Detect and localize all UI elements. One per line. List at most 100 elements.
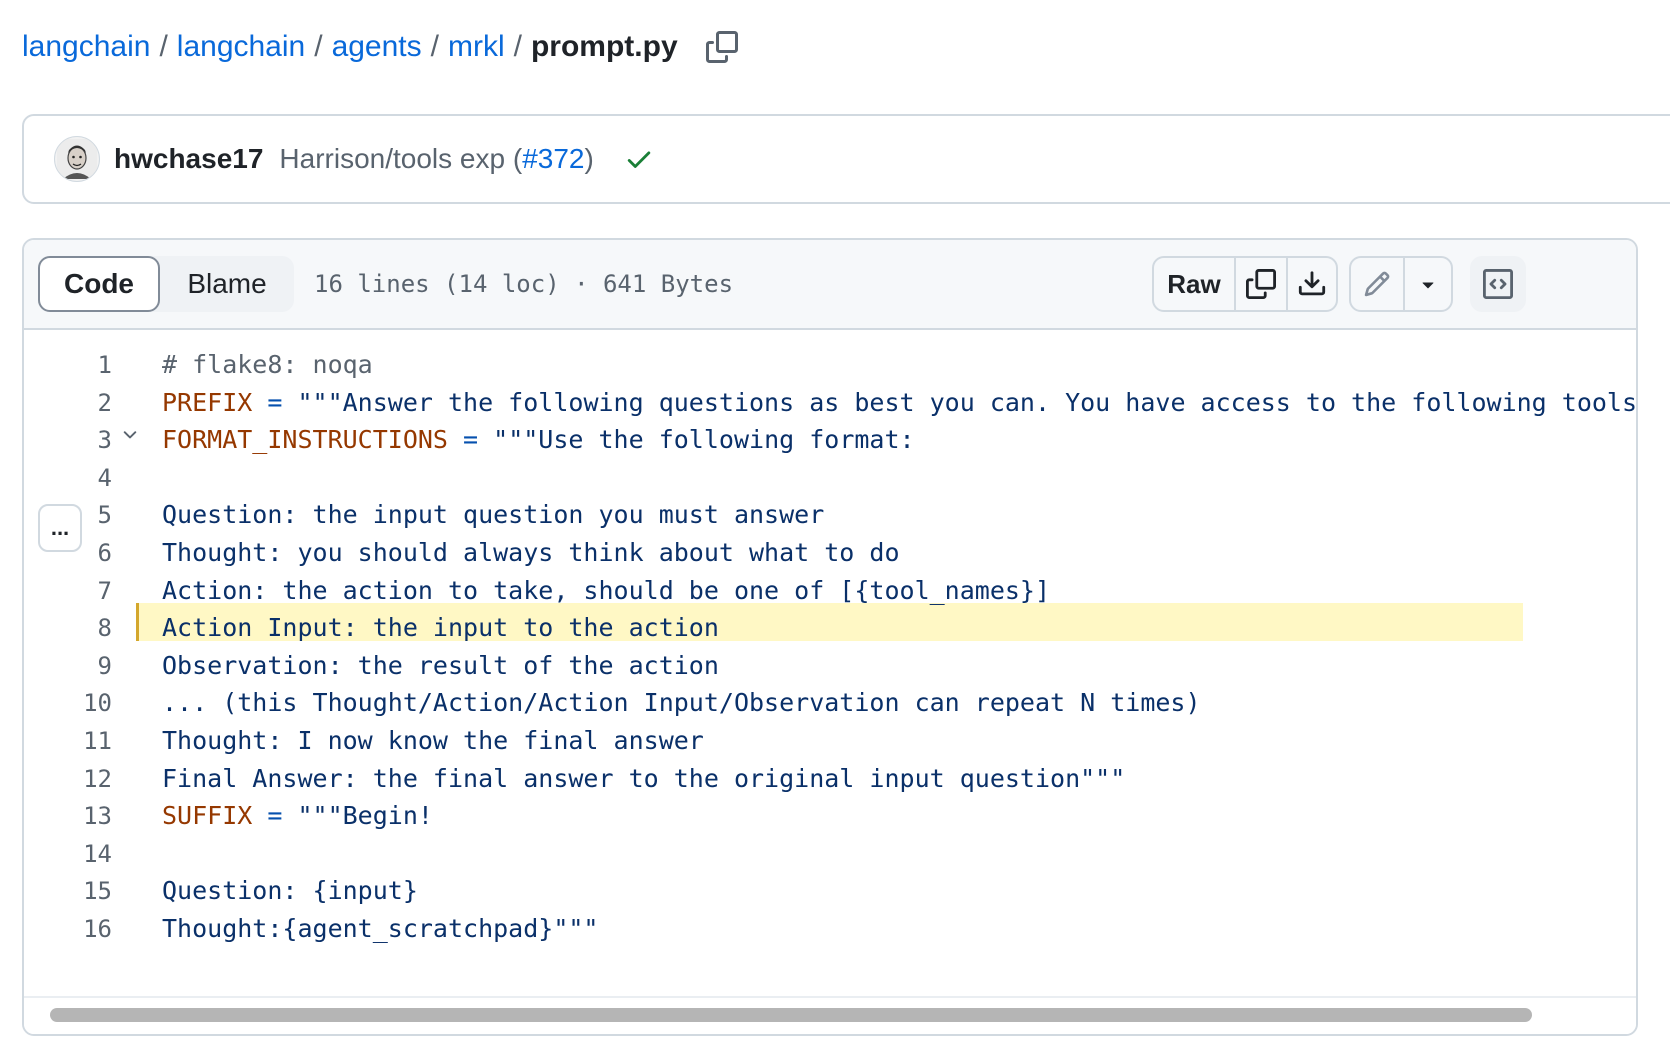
breadcrumb-repo-link[interactable]: langchain	[22, 30, 150, 64]
edit-dropdown-button[interactable]	[1403, 258, 1451, 310]
file-actions-group: Raw	[1152, 256, 1338, 312]
line-code: Thought:{agent_scratchpad}"""	[162, 910, 599, 948]
line-number[interactable]: 12	[24, 760, 112, 798]
download-button[interactable]	[1286, 258, 1336, 310]
code-square-icon	[1483, 269, 1513, 299]
commit-author[interactable]: hwchase17	[114, 143, 263, 175]
code-comment: # flake8: noqa	[162, 350, 373, 379]
copy-path-button[interactable]	[702, 27, 742, 67]
line-code: Observation: the result of the action	[162, 647, 719, 685]
code-string: Question: {input}	[162, 876, 418, 906]
line-number[interactable]: 8	[24, 609, 112, 647]
line-code: Thought: I now know the final answer	[162, 722, 704, 760]
latest-commit-bar: hwchase17 Harrison/tools exp (#372)	[22, 114, 1670, 204]
breadcrumb-folder-agents[interactable]: agents	[332, 30, 422, 64]
code-string: Thought: you should always think about w…	[162, 538, 900, 567]
raw-button[interactable]: Raw	[1154, 258, 1234, 310]
tab-code[interactable]: Code	[38, 256, 160, 312]
code-line: 13 SUFFIX = """Begin!	[24, 797, 1636, 835]
file-header: Code Blame 16 lines (14 loc) · 641 Bytes…	[24, 240, 1636, 330]
commit-status[interactable]	[624, 144, 654, 174]
code-line: 5 Question: the input question you must a…	[24, 496, 1636, 534]
copy-icon	[705, 31, 738, 63]
line-number[interactable]: 14	[24, 835, 112, 873]
view-mode-toggle: Code Blame	[38, 256, 294, 312]
code-line: 15 Question: {input}	[24, 872, 1636, 910]
code-line: 6 Thought: you should always think about …	[24, 534, 1636, 572]
line-code: # flake8: noqa	[162, 346, 373, 384]
breadcrumb: langchain / langchain / agents / mrkl / …	[22, 22, 742, 72]
file-viewer: Code Blame 16 lines (14 loc) · 641 Bytes…	[22, 238, 1638, 1036]
code-line: 9 Observation: the result of the action	[24, 647, 1636, 685]
code-line: 11 Thought: I now know the final answer	[24, 722, 1636, 760]
code-operator: =	[252, 801, 298, 831]
check-icon	[627, 151, 651, 168]
line-code: Question: the input question you must an…	[162, 496, 824, 534]
code-string: Action Input: the input to the action	[162, 613, 719, 643]
code-line: 14	[24, 835, 1636, 873]
edit-file-button[interactable]	[1351, 258, 1403, 310]
code-string: Thought:{agent_scratchpad}"""	[162, 914, 599, 943]
code-string: Question: the input question you must an…	[162, 500, 825, 530]
code-string: Observation: the result of the action	[162, 650, 719, 680]
download-icon	[1298, 271, 1326, 296]
line-code: SUFFIX = """Begin!	[162, 797, 433, 835]
line-number[interactable]: 1	[24, 346, 112, 384]
line-code: ... (this Thought/Action/Action Input/Ob…	[162, 684, 1201, 722]
line-number[interactable]: 7	[24, 572, 112, 610]
line-code: Final Answer: the final answer to the or…	[162, 760, 1125, 798]
breadcrumb-separator: /	[314, 30, 323, 63]
line-options-button[interactable]: ...	[38, 504, 82, 552]
breadcrumb-file-name: prompt.py	[530, 30, 678, 63]
file-stats: 16 lines (14 loc) · 641 Bytes	[314, 270, 734, 298]
copy-raw-button[interactable]	[1234, 258, 1286, 310]
code-operator: =	[252, 387, 298, 417]
pencil-icon	[1364, 271, 1390, 297]
breadcrumb-separator: /	[513, 30, 522, 63]
line-number[interactable]: 13	[24, 797, 112, 835]
line-code: PREFIX = """Answer the following questio…	[162, 384, 1638, 422]
code-identifier: FORMAT_INSTRUCTIONS	[162, 425, 448, 455]
line-number[interactable]: 9	[24, 647, 112, 685]
commit-message-end: )	[584, 143, 594, 174]
code-line: 7 Action: the action to take, should be o…	[24, 572, 1636, 610]
copy-icon	[1246, 269, 1276, 299]
code-identifier: SUFFIX	[162, 801, 253, 831]
line-number[interactable]: 15	[24, 872, 112, 910]
code-string: Thought: I now know the final answer	[162, 726, 704, 755]
commit-pr-link[interactable]: #372	[522, 143, 584, 175]
tab-blame[interactable]: Blame	[160, 256, 294, 312]
line-code: Action: the action to take, should be on…	[162, 572, 1050, 610]
avatar[interactable]	[54, 136, 100, 182]
commit-message[interactable]: Harrison/tools exp (	[279, 143, 522, 175]
line-number[interactable]: 11	[24, 722, 112, 760]
scrollbar-thumb[interactable]	[50, 1008, 1532, 1022]
breadcrumb-folder-langchain[interactable]: langchain	[177, 30, 305, 64]
line-number[interactable]: 2	[24, 384, 112, 422]
triangle-down-icon	[1422, 282, 1434, 289]
code-line: 4	[24, 459, 1636, 497]
code-line: 8 Action Input: the input to the action	[24, 609, 1636, 647]
breadcrumb-separator: /	[159, 30, 168, 63]
breadcrumb-folder-mrkl[interactable]: mrkl	[448, 30, 505, 64]
breadcrumb-separator: /	[430, 30, 439, 63]
line-code: Question: {input}	[162, 872, 418, 910]
horizontal-scrollbar[interactable]	[24, 996, 1636, 1034]
edit-actions-group	[1349, 256, 1453, 312]
code-line: 3 FORMAT_INSTRUCTIONS = """Use the follow…	[24, 421, 1636, 459]
symbols-panel-button[interactable]	[1470, 256, 1526, 312]
code-line: 16 Thought:{agent_scratchpad}"""	[24, 910, 1636, 948]
code-string: """Use the following format:	[493, 425, 915, 455]
code-string: Final Answer: the final answer to the or…	[162, 763, 1126, 793]
line-number[interactable]: 4	[24, 459, 112, 497]
code-string: Action: the action to take, should be on…	[162, 575, 1051, 605]
line-code: Thought: you should always think about w…	[162, 534, 900, 572]
line-number[interactable]: 16	[24, 910, 112, 948]
code-view: 1 # flake8: noqa 2 PREFIX = """Answer the f…	[24, 330, 1636, 1034]
code-string: """Answer the following questions as bes…	[297, 387, 1638, 417]
line-code: FORMAT_INSTRUCTIONS = """Use the followi…	[162, 421, 915, 459]
code-line: 2 PREFIX = """Answer the following questi…	[24, 384, 1636, 422]
code-line: 1 # flake8: noqa	[24, 346, 1636, 384]
line-number[interactable]: 3	[24, 421, 112, 459]
line-number[interactable]: 10	[24, 684, 112, 722]
